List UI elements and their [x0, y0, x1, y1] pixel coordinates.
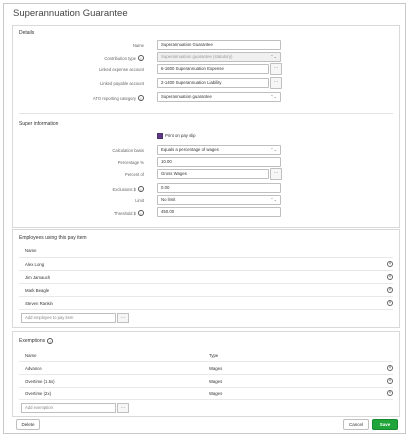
percentage-input[interactable]: 10.00 [157, 157, 281, 167]
row-divider [19, 283, 393, 284]
remove-employee-icon[interactable]: × [387, 274, 393, 280]
employees-name-header: Name [25, 248, 37, 253]
add-employee-input[interactable]: Add employee to pay item [21, 313, 116, 323]
exemption-row-type: Wages [209, 366, 223, 371]
row-divider [19, 296, 393, 297]
name-input[interactable]: Superannuation Guarantee [157, 40, 281, 50]
exemptions-section: Exemptions i Name Type Advance Wages × Ov… [12, 331, 400, 417]
info-icon[interactable]: i [47, 338, 54, 344]
limit-label: Limit [135, 198, 144, 203]
info-icon[interactable]: i [138, 55, 144, 61]
row-divider [19, 387, 393, 388]
exemptions-type-header: Type [209, 353, 219, 358]
info-icon[interactable]: i [138, 95, 144, 101]
exemption-row-name: Overtime (2x) [25, 391, 52, 396]
exemption-row-name: Advance [25, 366, 42, 371]
exclusions-input[interactable]: 0.00 [157, 183, 281, 193]
employee-row-name: Mark Beagle [25, 288, 50, 293]
linked-payable-label: Linked payable account [99, 81, 144, 86]
ato-category-label: ATO reporting category i [93, 95, 144, 101]
add-employee-lookup-button[interactable]: ⋯ [117, 313, 129, 323]
row-divider [19, 309, 393, 310]
table-header-divider [19, 257, 393, 258]
remove-exemption-icon[interactable]: × [387, 390, 393, 396]
info-icon[interactable]: i [138, 210, 144, 216]
employee-row-name: Alex Long [25, 262, 45, 267]
employees-title: Employees using this pay item [19, 235, 87, 241]
delete-button[interactable]: Delete [16, 419, 40, 430]
percent-of-lookup-button[interactable]: ⋯ [270, 168, 282, 180]
row-divider [19, 399, 393, 400]
calc-basis-label: Calculation basis [112, 148, 144, 153]
table-header-divider [19, 361, 393, 362]
exemptions-title: Exemptions i [19, 338, 54, 344]
cancel-button[interactable]: Cancel [343, 419, 369, 430]
calc-basis-select[interactable]: Equals a percentage of wages ⌃⌄ [157, 145, 281, 155]
section-divider [19, 113, 393, 114]
row-divider [19, 270, 393, 271]
remove-employee-icon[interactable]: × [387, 287, 393, 293]
linked-payable-input[interactable]: 2-1400 Superannuation Liability [157, 78, 269, 88]
percent-of-input[interactable]: Gross Wages [157, 169, 269, 179]
contribution-type-select: Superannuation guarantee (statutory) ⌃⌄ [157, 52, 281, 62]
remove-exemption-icon[interactable]: × [387, 378, 393, 384]
row-divider [19, 374, 393, 375]
save-button[interactable]: Save [372, 419, 398, 430]
linked-expense-lookup-button[interactable]: ⋯ [270, 63, 282, 75]
percentage-label: Percentage % [117, 160, 144, 165]
employee-row-name: Steven Rankin [25, 301, 53, 306]
employees-section: Employees using this pay item Name Alex … [12, 229, 400, 328]
exemption-row-type: Wages [209, 379, 223, 384]
remove-employee-icon[interactable]: × [387, 300, 393, 306]
linked-expense-label: Linked expense account [98, 67, 144, 72]
add-exemption-lookup-button[interactable]: ⋯ [117, 403, 129, 413]
remove-exemption-icon[interactable]: × [387, 365, 393, 371]
employee-row-name: Jim Jamauch [25, 275, 51, 280]
details-title: Details [19, 30, 35, 36]
pay-item-dialog: Superannuation Guarantee Details Name Su… [3, 3, 406, 434]
chevron-icon: ⌃⌄ [270, 54, 277, 59]
exclusions-label: Exclusions $ i [112, 186, 144, 192]
contribution-type-label: Contribution type i [104, 55, 144, 61]
linked-payable-lookup-button[interactable]: ⋯ [270, 77, 282, 89]
details-section: Details Name Superannuation Guarantee Co… [12, 25, 400, 228]
limit-select[interactable]: No limit ⌃⌄ [157, 195, 281, 205]
ato-category-select[interactable]: Superannuation guarantee ⌃⌄ [157, 92, 281, 102]
dialog-title: Superannuation Guarantee [13, 8, 128, 19]
threshold-input[interactable]: 450.00 [157, 207, 281, 217]
percent-of-label: Percent of [124, 172, 144, 177]
name-label: Name [132, 43, 144, 48]
remove-employee-icon[interactable]: × [387, 261, 393, 267]
exemptions-name-header: Name [25, 353, 37, 358]
print-on-payslip-checkbox[interactable] [157, 133, 163, 139]
linked-expense-input[interactable]: 6-1600 Superannuation Expense [157, 64, 269, 74]
exemption-row-type: Wages [209, 391, 223, 396]
print-on-payslip-label: Print on pay slip [165, 133, 196, 138]
info-icon[interactable]: i [138, 186, 144, 192]
exemption-row-name: Overtime (1.5x) [25, 379, 55, 384]
chevron-icon: ⌃⌄ [270, 147, 277, 152]
chevron-icon: ⌃⌄ [270, 94, 277, 99]
super-info-title: Super information [19, 121, 59, 127]
threshold-label: Threshold $ i [114, 210, 144, 216]
add-exemption-input[interactable]: Add exemption [21, 403, 116, 413]
chevron-icon: ⌃⌄ [270, 197, 277, 202]
